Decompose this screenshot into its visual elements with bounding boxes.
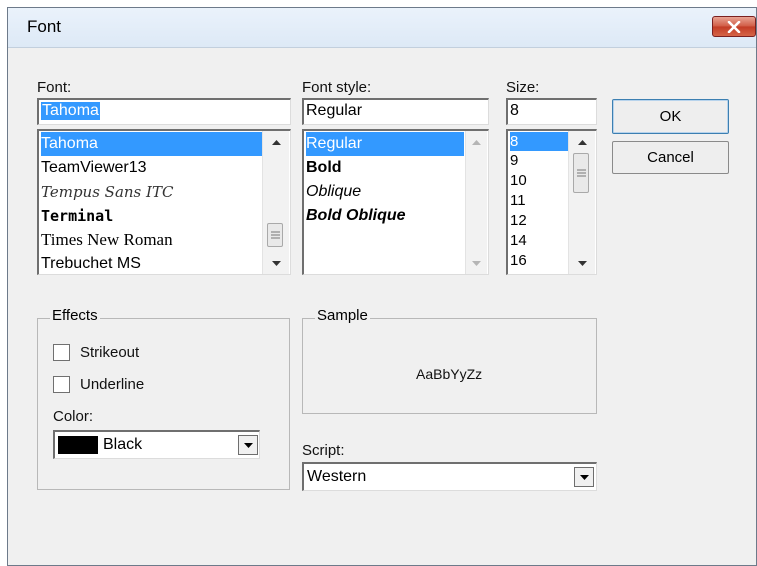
grip-icon xyxy=(270,231,280,239)
size-list-item-16[interactable]: 16 xyxy=(510,251,568,270)
effects-group-title: Effects xyxy=(50,307,100,324)
font-list-item-trebuchet-ms[interactable]: Trebuchet MS xyxy=(41,252,141,274)
scroll-down-arrow-icon[interactable] xyxy=(263,254,289,272)
font-style-input[interactable]: Regular xyxy=(302,98,489,125)
color-label: Color: xyxy=(53,408,94,425)
size-list-item-12[interactable]: 12 xyxy=(510,211,568,230)
scroll-down-arrow-icon[interactable] xyxy=(569,254,595,272)
font-list-item-times-new-roman[interactable]: Times New Roman xyxy=(41,228,173,252)
grip-icon xyxy=(576,169,586,177)
font-style-list[interactable]: Regular Bold Oblique Bold Oblique xyxy=(302,129,489,275)
size-list-item-9[interactable]: 9 xyxy=(510,151,568,170)
style-list-item-oblique[interactable]: Oblique xyxy=(306,180,361,204)
title-bar[interactable]: Font xyxy=(8,8,756,48)
color-swatch xyxy=(58,436,98,454)
font-list[interactable]: Tahoma TeamViewer13 Tempus Sans ITC Term… xyxy=(37,129,291,275)
size-list[interactable]: 8 9 10 11 12 14 16 xyxy=(506,129,597,275)
close-button[interactable] xyxy=(712,16,756,37)
font-dialog: Font Font: Tahoma Tahoma TeamViewer13 Te… xyxy=(7,7,757,566)
sample-text: AaBbYyZz xyxy=(416,366,483,382)
font-list-item-terminal[interactable]: Terminal xyxy=(41,204,113,228)
script-select[interactable]: Western xyxy=(302,462,597,491)
font-list-scroll-thumb[interactable] xyxy=(267,223,283,247)
cancel-button[interactable]: Cancel xyxy=(612,141,729,174)
style-list-item-regular[interactable]: Regular xyxy=(306,132,464,156)
scroll-down-arrow-icon[interactable] xyxy=(466,254,487,272)
script-label: Script: xyxy=(302,442,345,459)
style-list-item-bold[interactable]: Bold xyxy=(306,156,342,180)
ok-button[interactable]: OK xyxy=(612,99,729,134)
font-list-scrollbar[interactable] xyxy=(262,131,289,274)
font-style-value: Regular xyxy=(306,102,363,119)
font-style-scrollbar[interactable] xyxy=(465,131,487,274)
script-dropdown-button[interactable] xyxy=(574,467,594,487)
font-list-item-tempus-sans-itc[interactable]: Tempus Sans ITC xyxy=(41,180,173,204)
color-select-value: Black xyxy=(103,436,143,453)
size-list-scrollbar[interactable] xyxy=(568,131,595,274)
font-name-input[interactable]: Tahoma xyxy=(37,98,291,125)
sample-group-title: Sample xyxy=(315,307,370,324)
dialog-title: Font xyxy=(27,17,62,36)
size-list-item-8[interactable]: 8 xyxy=(510,132,568,151)
chevron-down-icon xyxy=(243,442,253,448)
color-select[interactable]: Black xyxy=(53,430,260,459)
size-input[interactable]: 8 xyxy=(506,98,597,125)
size-label: Size: xyxy=(506,79,540,96)
script-select-value: Western xyxy=(307,468,367,485)
effects-group xyxy=(37,318,290,490)
font-name-value: Tahoma xyxy=(41,102,100,120)
close-icon xyxy=(727,20,741,33)
strikeout-label[interactable]: Strikeout xyxy=(80,344,139,361)
font-list-item-teamviewer13[interactable]: TeamViewer13 xyxy=(41,156,147,180)
color-dropdown-button[interactable] xyxy=(238,435,258,455)
size-list-item-11[interactable]: 11 xyxy=(510,191,568,210)
strikeout-checkbox[interactable] xyxy=(53,344,70,361)
style-list-item-bold-oblique[interactable]: Bold Oblique xyxy=(306,204,406,228)
font-list-item-tahoma[interactable]: Tahoma xyxy=(41,132,262,156)
underline-label[interactable]: Underline xyxy=(80,376,144,393)
underline-checkbox[interactable] xyxy=(53,376,70,393)
scroll-up-arrow-icon[interactable] xyxy=(569,133,595,151)
scroll-up-arrow-icon[interactable] xyxy=(263,133,289,151)
font-label: Font: xyxy=(37,79,72,96)
size-list-item-14[interactable]: 14 xyxy=(510,231,568,250)
font-style-label: Font style: xyxy=(302,79,372,96)
scroll-up-arrow-icon[interactable] xyxy=(466,133,487,151)
size-list-scroll-thumb[interactable] xyxy=(573,153,589,193)
chevron-down-icon xyxy=(579,474,589,480)
size-value: 8 xyxy=(510,102,519,119)
size-list-item-10[interactable]: 10 xyxy=(510,171,568,190)
